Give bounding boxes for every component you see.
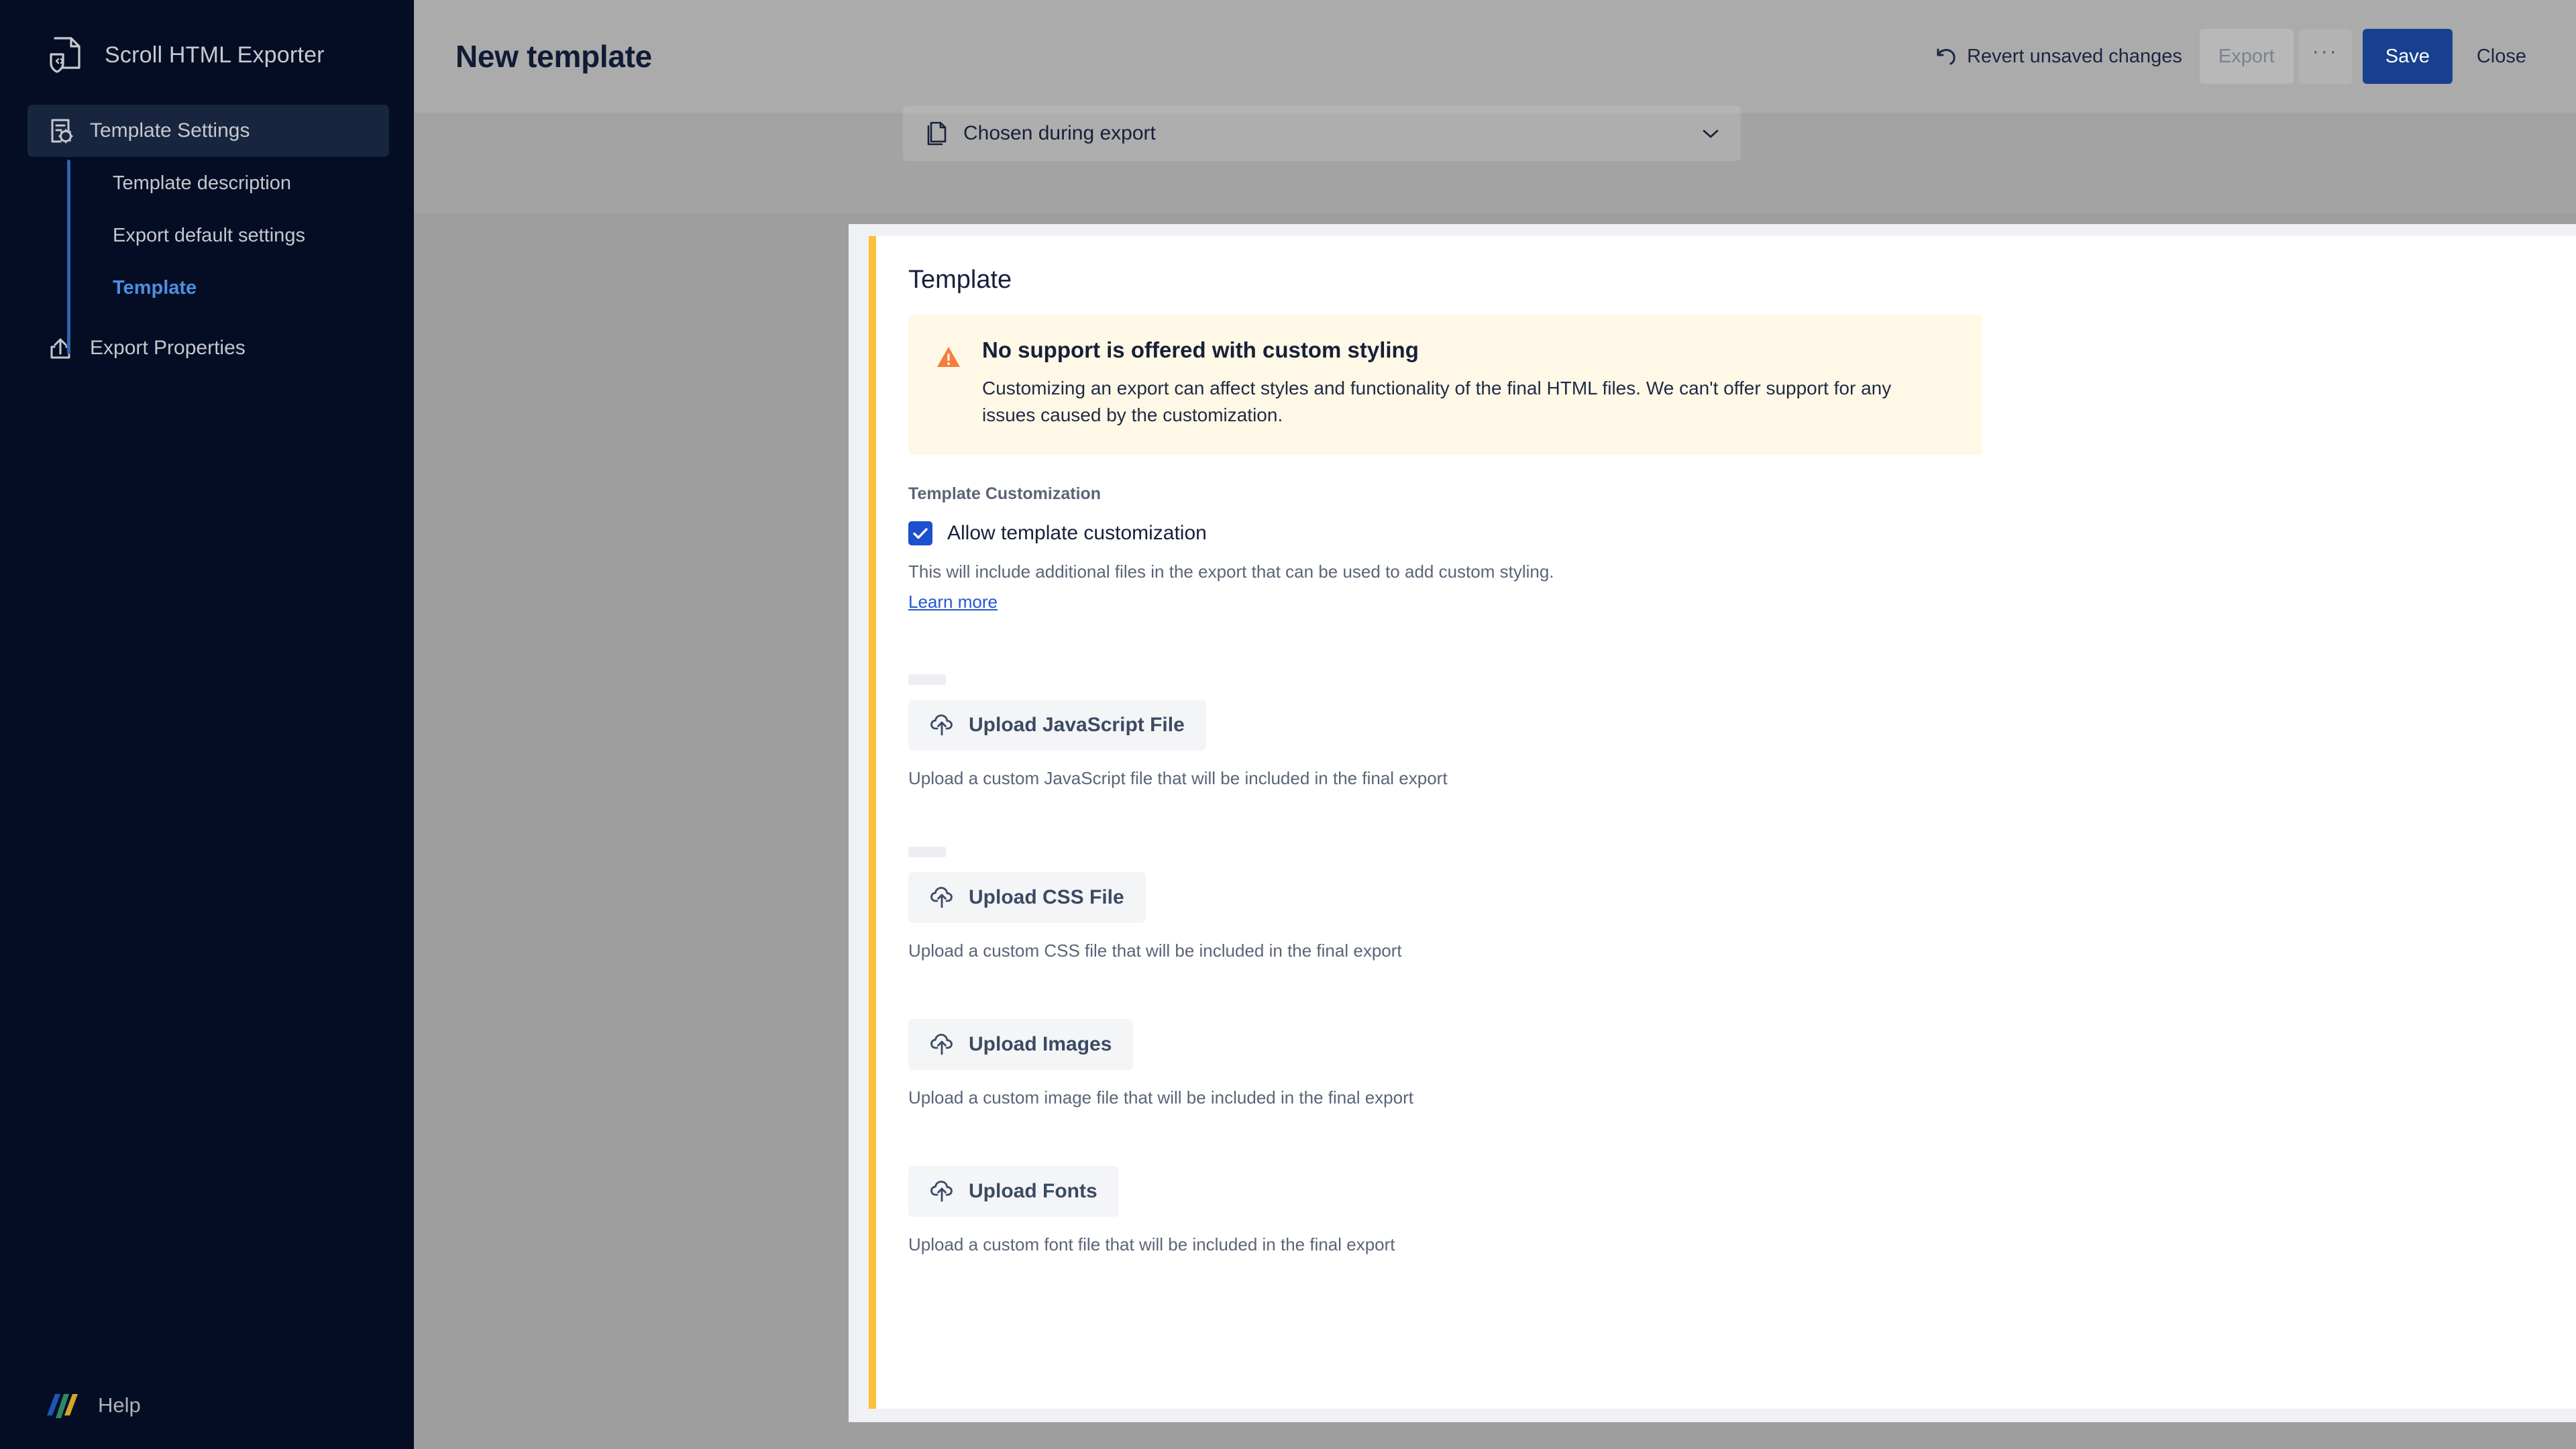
export-button[interactable]: Export — [2199, 29, 2294, 84]
upload-group-javascript: Upload JavaScript File Upload a custom J… — [908, 674, 2576, 789]
help-label: Help — [98, 1393, 141, 1417]
upload-description: Upload a custom image file that will be … — [908, 1087, 1413, 1108]
chevron-down-icon — [1701, 127, 1721, 140]
learn-more-link[interactable]: Learn more — [908, 592, 998, 612]
content-panel: Template No support is offered with cust… — [849, 224, 2576, 1422]
sidebar-item-template[interactable]: Template — [0, 262, 414, 314]
select-band: Chosen during export — [414, 106, 2576, 213]
cloud-upload-icon — [930, 1180, 955, 1203]
k15t-logo-icon — [46, 1391, 82, 1419]
sidebar-subnav: Template description Export default sett… — [0, 157, 414, 354]
allow-template-customization-row[interactable]: Allow template customization — [908, 521, 2576, 545]
upload-javascript-file-button[interactable]: Upload JavaScript File — [908, 699, 1206, 751]
brand-title: Scroll HTML Exporter — [105, 42, 325, 68]
checkmark-icon — [913, 527, 928, 539]
revert-label: Revert unsaved changes — [1967, 45, 2182, 67]
section-label-template-customization: Template Customization — [908, 484, 1102, 503]
top-bar-actions: Revert unsaved changes Export ··· Save C… — [1935, 29, 2544, 84]
revert-unsaved-changes-button[interactable]: Revert unsaved changes — [1935, 46, 2200, 68]
upload-group-images: Upload Images Upload a custom image file… — [908, 1018, 2576, 1108]
upload-description: Upload a custom CSS file that will be in… — [908, 940, 1402, 961]
document-copy-icon — [924, 120, 949, 147]
sidebar-subitem-label: Template description — [113, 172, 291, 194]
page-title: New template — [455, 39, 652, 74]
top-bar: New template Revert unsaved changes Expo… — [414, 0, 2576, 113]
upload-fonts-button[interactable]: Upload Fonts — [908, 1165, 1119, 1217]
sidebar-subitem-label: Export default settings — [113, 224, 305, 246]
upload-group-css: Upload CSS File Upload a custom CSS file… — [908, 846, 2576, 961]
sidebar-subitem-label: Template — [113, 276, 197, 299]
upload-description: Upload a custom font file that will be i… — [908, 1234, 1395, 1254]
sidebar-item-export-default-settings[interactable]: Export default settings — [0, 209, 414, 262]
export-share-icon — [46, 333, 75, 363]
help-button[interactable]: Help — [46, 1391, 141, 1419]
sidebar-item-template-settings[interactable]: Template Settings — [28, 105, 389, 157]
field-label-placeholder — [908, 674, 946, 685]
upload-description: Upload a custom JavaScript file that wil… — [908, 767, 1448, 788]
save-button[interactable]: Save — [2362, 29, 2453, 84]
upload-button-label: Upload Images — [969, 1032, 1112, 1055]
upload-button-label: Upload CSS File — [969, 885, 1124, 908]
undo-arrow-icon — [1935, 46, 1957, 66]
select-value: Chosen during export — [963, 122, 1156, 144]
template-card: Template No support is offered with cust… — [869, 236, 2576, 1409]
html-document-shield-icon — [46, 34, 87, 76]
main-area: New template Revert unsaved changes Expo… — [414, 0, 2576, 1449]
card-title: Template — [908, 266, 1012, 294]
upload-button-label: Upload Fonts — [969, 1179, 1097, 1202]
customization-help-text: This will include additional files in th… — [908, 561, 1554, 582]
subnav-rail — [67, 160, 70, 354]
sidebar-item-label: Template Settings — [90, 119, 250, 142]
upload-button-label: Upload JavaScript File — [969, 713, 1185, 736]
warning-body: Customizing an export can affect styles … — [982, 378, 1892, 426]
upload-images-button[interactable]: Upload Images — [908, 1018, 1134, 1070]
warning-text-group: No support is offered with custom stylin… — [982, 337, 1908, 429]
cloud-upload-icon — [930, 714, 955, 737]
sidebar-item-template-description[interactable]: Template description — [0, 157, 414, 209]
sidebar: Scroll HTML Exporter Template Settings T… — [0, 0, 414, 1449]
field-label-placeholder — [908, 846, 946, 857]
upload-group-fonts: Upload Fonts Upload a custom font file t… — [908, 1165, 2576, 1255]
cloud-upload-icon — [930, 1033, 955, 1056]
close-button[interactable]: Close — [2459, 29, 2544, 84]
warning-title: No support is offered with custom stylin… — [982, 337, 1419, 362]
sidebar-item-label: Export Properties — [90, 337, 246, 359]
allow-template-customization-checkbox[interactable] — [908, 521, 932, 545]
document-gear-icon — [46, 116, 75, 146]
brand: Scroll HTML Exporter — [0, 0, 414, 79]
upload-css-file-button[interactable]: Upload CSS File — [908, 871, 1146, 923]
warning-banner: No support is offered with custom stylin… — [908, 315, 1982, 455]
sidebar-nav: Template Settings Template description E… — [0, 105, 414, 374]
app-root: Scroll HTML Exporter Template Settings T… — [0, 0, 2576, 1449]
more-options-button[interactable]: ··· — [2298, 29, 2352, 84]
checkbox-label: Allow template customization — [947, 521, 1207, 544]
warning-triangle-icon — [935, 344, 962, 371]
export-scope-select[interactable]: Chosen during export — [903, 106, 1741, 161]
cloud-upload-icon — [930, 886, 955, 909]
sidebar-item-export-properties[interactable]: Export Properties — [28, 322, 389, 374]
